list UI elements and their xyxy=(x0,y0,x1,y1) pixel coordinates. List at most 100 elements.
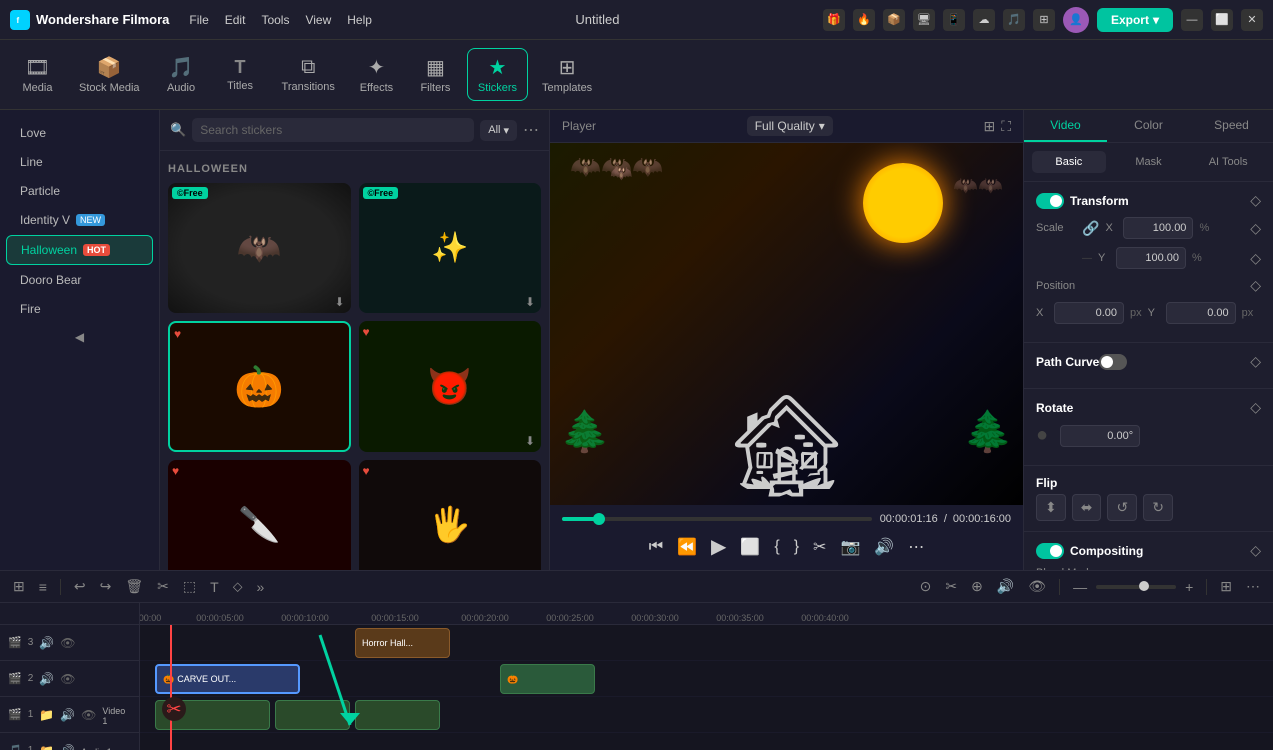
skip-back-button[interactable]: ⏮ xyxy=(646,535,666,559)
position-x-input[interactable] xyxy=(1054,302,1124,324)
track2-eye-icon[interactable]: 👁 xyxy=(60,672,75,686)
tl-settings-button[interactable]: ⋯ xyxy=(1241,575,1265,598)
search-input[interactable] xyxy=(192,118,474,142)
sticker-item-3[interactable]: ♥ xyxy=(168,321,351,451)
play-button[interactable]: ▶ xyxy=(708,531,729,562)
step-back-button[interactable]: ⏪ xyxy=(674,534,700,560)
tl-cut-button[interactable]: ✂ xyxy=(152,575,174,598)
monitor-icon[interactable]: 🖥 xyxy=(913,9,935,31)
subtab-ai-tools[interactable]: AI Tools xyxy=(1191,151,1265,173)
menu-help[interactable]: Help xyxy=(347,13,372,27)
grid-icon[interactable]: ⊞ xyxy=(1033,9,1055,31)
clip-carve-1[interactable]: 🎃 CARVE OUT... xyxy=(155,664,300,694)
flip-rotate-left-button[interactable]: ↺ xyxy=(1107,494,1137,521)
flip-vertical-button[interactable]: ⬍ xyxy=(1036,494,1066,521)
toolbar-transitions[interactable]: ⧉ Transitions xyxy=(272,50,345,99)
quality-select[interactable]: Full Quality ▾ xyxy=(747,116,833,136)
scale-y-keyframe[interactable]: ◇ xyxy=(1250,250,1261,267)
track-eye-icon[interactable]: 👁 xyxy=(60,636,75,650)
track1-vol-icon[interactable]: 🔊 xyxy=(60,708,75,722)
compositing-toggle[interactable] xyxy=(1036,543,1064,559)
toolbar-stickers[interactable]: ★ Stickers xyxy=(467,48,528,101)
audio-folder-icon[interactable]: 📁 xyxy=(39,744,54,750)
tl-undo-button[interactable]: ↩ xyxy=(69,575,91,598)
tl-zoom-plus[interactable]: + xyxy=(1180,576,1198,598)
tl-volume-button[interactable]: 🔊 xyxy=(992,575,1019,598)
clip-sticker-horror[interactable]: Horror Hall... xyxy=(355,628,450,658)
subtab-mask[interactable]: Mask xyxy=(1112,151,1186,173)
grid-view-icon[interactable]: ⊞ xyxy=(983,118,995,135)
track-vol-icon[interactable]: 🔊 xyxy=(39,636,54,650)
menu-file[interactable]: File xyxy=(189,13,208,27)
box-icon[interactable]: 📦 xyxy=(883,9,905,31)
toolbar-audio[interactable]: 🎵 Audio xyxy=(154,49,209,100)
clip-video-2[interactable] xyxy=(275,700,350,730)
more-options-button[interactable]: ⋯ xyxy=(523,120,539,140)
gift-icon[interactable]: 🎁 xyxy=(823,9,845,31)
toolbar-effects[interactable]: ✦ Effects xyxy=(349,49,404,100)
clip-carve-2[interactable]: 🎃 xyxy=(500,664,595,694)
sidebar-item-dooro-bear[interactable]: Dooro Bear xyxy=(6,266,153,294)
tl-snap-button[interactable]: ⊙ xyxy=(915,575,937,598)
download-icon[interactable]: ⬇ xyxy=(525,434,535,448)
sidebar-item-line[interactable]: Line xyxy=(6,148,153,176)
sticker-item-5[interactable]: ♥ xyxy=(168,460,351,570)
track2-vol-icon[interactable]: 🔊 xyxy=(39,672,54,686)
sticker-item-2[interactable]: ©Free ⬇ xyxy=(359,183,542,313)
audio-vol-icon[interactable]: 🔊 xyxy=(60,744,75,750)
tl-magnet-button[interactable]: ✂ xyxy=(940,575,962,598)
scale-x-keyframe[interactable]: ◇ xyxy=(1250,220,1261,237)
path-curve-toggle[interactable] xyxy=(1099,354,1127,370)
playhead[interactable] xyxy=(170,625,172,750)
transform-keyframe-icon[interactable]: ◇ xyxy=(1250,192,1261,209)
tl-keyframe-button[interactable]: ⬦ xyxy=(228,575,248,598)
scale-y-input[interactable] xyxy=(1116,247,1186,269)
tl-track-button[interactable]: ⊕ xyxy=(966,575,988,598)
transform-toggle[interactable] xyxy=(1036,193,1064,209)
tab-color[interactable]: Color xyxy=(1107,110,1190,142)
tab-video[interactable]: Video xyxy=(1024,110,1107,142)
trim-button[interactable]: ✂ xyxy=(810,534,829,560)
sidebar-collapse-button[interactable]: ◀ xyxy=(0,324,159,350)
cloud-icon[interactable]: ☁ xyxy=(973,9,995,31)
rotate-keyframe[interactable]: ◇ xyxy=(1250,399,1261,416)
menu-view[interactable]: View xyxy=(305,13,331,27)
mark-out-button[interactable]: } xyxy=(791,535,802,559)
track1-folder-icon[interactable]: 📁 xyxy=(39,708,54,722)
sidebar-item-identity-v[interactable]: Identity V NEW xyxy=(6,206,153,234)
phone-icon[interactable]: 📱 xyxy=(943,9,965,31)
toolbar-titles[interactable]: T Titles xyxy=(213,51,268,98)
sidebar-item-love[interactable]: Love xyxy=(6,119,153,147)
tl-redo-button[interactable]: ↪ xyxy=(95,575,117,598)
menu-tools[interactable]: Tools xyxy=(261,13,289,27)
volume-button[interactable]: 🔊 xyxy=(871,534,897,560)
progress-thumb[interactable] xyxy=(593,513,605,525)
sidebar-item-halloween[interactable]: Halloween HOT xyxy=(6,235,153,265)
avatar[interactable]: 👤 xyxy=(1063,7,1089,33)
compositing-keyframe[interactable]: ◇ xyxy=(1250,542,1261,559)
rotate-input[interactable] xyxy=(1060,425,1140,447)
minimize-button[interactable]: — xyxy=(1181,9,1203,31)
download-icon[interactable]: ⬇ xyxy=(525,295,535,309)
fire-icon[interactable]: 🔥 xyxy=(853,9,875,31)
tl-grid-button[interactable]: ⊞ xyxy=(1215,575,1237,598)
progress-bar[interactable] xyxy=(562,517,872,521)
fullscreen-icon[interactable]: ⛶ xyxy=(1001,118,1011,135)
sidebar-item-particle[interactable]: Particle xyxy=(6,177,153,205)
track1-eye-icon[interactable]: 👁 xyxy=(81,708,96,722)
flip-rotate-right-button[interactable]: ↻ xyxy=(1143,494,1173,521)
menu-edit[interactable]: Edit xyxy=(225,13,246,27)
flip-horizontal-button[interactable]: ⬌ xyxy=(1072,494,1102,521)
scale-x-input[interactable] xyxy=(1123,217,1193,239)
subtab-basic[interactable]: Basic xyxy=(1032,151,1106,173)
tl-zoom-minus[interactable]: — xyxy=(1068,576,1092,598)
export-button[interactable]: Export ▾ xyxy=(1097,8,1173,32)
more-button[interactable]: ⋯ xyxy=(905,534,927,560)
sticker-item-4[interactable]: ♥ ⬇ xyxy=(359,321,542,451)
rotate-dial[interactable]: ● xyxy=(1036,424,1048,447)
music-icon[interactable]: 🎵 xyxy=(1003,9,1025,31)
clip-video-3[interactable] xyxy=(355,700,440,730)
toolbar-stock-media[interactable]: 📦 Stock Media xyxy=(69,49,150,100)
snapshot-button[interactable]: 📷 xyxy=(837,534,863,560)
sticker-item-6[interactable]: ♥ ⬇ xyxy=(359,460,542,570)
